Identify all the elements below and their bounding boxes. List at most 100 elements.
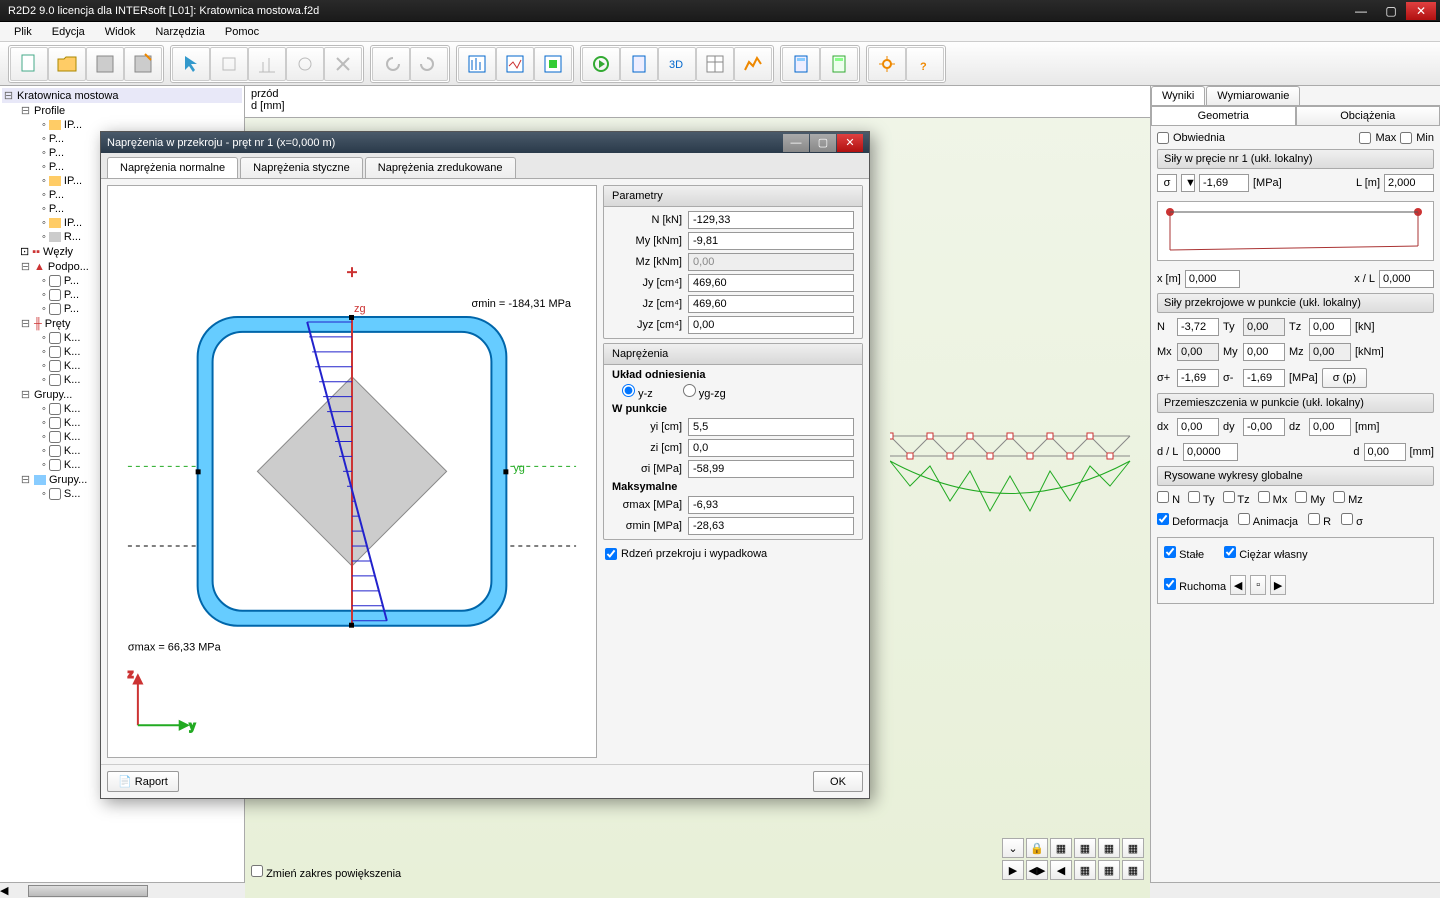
cb-stale[interactable] [1164, 546, 1176, 558]
cb-anim[interactable] [1238, 513, 1250, 525]
nav-right-icon[interactable]: ▶ [1002, 860, 1024, 880]
cb-Mx[interactable] [1258, 491, 1270, 503]
cb-N[interactable] [1157, 491, 1169, 503]
radio-ygzg[interactable] [683, 384, 696, 397]
minimize-button[interactable]: — [1346, 2, 1376, 20]
tree-scrollbar[interactable]: ◀ [0, 882, 245, 898]
cb-ruchoma[interactable] [1164, 578, 1176, 590]
help-icon[interactable]: ? [906, 47, 944, 81]
results-icon[interactable] [734, 47, 772, 81]
cb-R[interactable] [1308, 513, 1320, 525]
dx-input[interactable] [1177, 418, 1219, 436]
cb-Ty[interactable] [1188, 491, 1200, 503]
obwiednia-checkbox[interactable] [1157, 132, 1169, 144]
ok-button[interactable]: OK [813, 771, 863, 792]
chart1-icon[interactable] [458, 47, 496, 81]
rdzen-checkbox[interactable] [605, 548, 617, 560]
calculator-icon[interactable] [620, 47, 658, 81]
cb-My[interactable] [1295, 491, 1307, 503]
save-icon[interactable] [86, 47, 124, 81]
grid3-icon[interactable]: ▦ [1098, 838, 1120, 858]
3d-icon[interactable]: 3D [658, 47, 696, 81]
sigma-p-button[interactable]: σ (p) [1322, 368, 1367, 388]
dy-input[interactable] [1243, 418, 1285, 436]
tool2-icon[interactable] [248, 47, 286, 81]
view3-icon[interactable]: ▦ [1122, 860, 1144, 880]
xL-input[interactable] [1379, 270, 1434, 288]
sigma-minus-input[interactable] [1243, 369, 1285, 387]
param-zi[interactable] [688, 439, 854, 457]
subtab-obciazenia[interactable]: Obciążenia [1296, 106, 1440, 126]
ruchoma-stop-icon[interactable]: ▫ [1250, 575, 1266, 595]
param-yi[interactable] [688, 418, 854, 436]
save-as-icon[interactable] [124, 47, 162, 81]
sigma-select[interactable]: σ [1157, 174, 1177, 192]
x-input[interactable] [1185, 270, 1240, 288]
nav-left-icon[interactable]: ◀ [1050, 860, 1072, 880]
subtab-geometria[interactable]: Geometria [1151, 106, 1296, 126]
dialog-tab-normalne[interactable]: Naprężenia normalne [107, 157, 238, 178]
tool3-icon[interactable] [286, 47, 324, 81]
ruchoma-next-icon[interactable]: ▶ [1270, 575, 1286, 595]
param-Jyz[interactable] [688, 316, 854, 334]
close-button[interactable]: ✕ [1406, 2, 1436, 20]
new-file-icon[interactable] [10, 47, 48, 81]
max-checkbox[interactable] [1359, 132, 1371, 144]
run-icon[interactable] [582, 47, 620, 81]
sigma-input[interactable] [1199, 174, 1249, 192]
min-checkbox[interactable] [1400, 132, 1412, 144]
redo-icon[interactable] [410, 47, 448, 81]
open-file-icon[interactable] [48, 47, 86, 81]
calc2-icon[interactable] [820, 47, 858, 81]
grid4-icon[interactable]: ▦ [1122, 838, 1144, 858]
cb-sigma[interactable] [1341, 513, 1353, 525]
L-input[interactable] [1384, 174, 1434, 192]
param-sigma-min[interactable] [688, 517, 854, 535]
maximize-button[interactable]: ▢ [1376, 2, 1406, 20]
settings-icon[interactable] [868, 47, 906, 81]
cb-ciezar[interactable] [1224, 546, 1236, 558]
cb-Mz[interactable] [1333, 491, 1345, 503]
param-My[interactable] [688, 232, 854, 250]
param-sigma-max[interactable] [688, 496, 854, 514]
menu-narzedzia[interactable]: Narzędzia [147, 24, 213, 40]
lock-icon[interactable]: 🔒 [1026, 838, 1048, 858]
param-sigma-i[interactable] [688, 460, 854, 478]
My-input[interactable] [1243, 343, 1285, 361]
menu-widok[interactable]: Widok [97, 24, 144, 40]
delete-icon[interactable] [324, 47, 362, 81]
param-Jz[interactable] [688, 295, 854, 313]
dL-input[interactable] [1183, 443, 1238, 461]
dialog-maximize-icon[interactable]: ▢ [810, 134, 836, 152]
tab-wyniki[interactable]: Wyniki [1151, 86, 1205, 105]
dialog-close-icon[interactable]: ✕ [837, 134, 863, 152]
cb-def[interactable] [1157, 513, 1169, 525]
tab-wymiarowanie[interactable]: Wymiarowanie [1206, 86, 1300, 105]
N-input[interactable] [1177, 318, 1219, 336]
grid2-icon[interactable]: ▦ [1074, 838, 1096, 858]
undo-icon[interactable] [372, 47, 410, 81]
chart3-icon[interactable] [534, 47, 572, 81]
nav-both-icon[interactable]: ◀▶ [1026, 860, 1048, 880]
sigma-plus-input[interactable] [1177, 369, 1219, 387]
cb-Tz[interactable] [1223, 491, 1235, 503]
dialog-tab-styczne[interactable]: Naprężenia styczne [240, 157, 363, 178]
calc1-icon[interactable] [782, 47, 820, 81]
menu-pomoc[interactable]: Pomoc [217, 24, 267, 40]
grid1-icon[interactable]: ▦ [1050, 838, 1072, 858]
sigma-dropdown-icon[interactable]: ▼ [1181, 174, 1195, 192]
chart2-icon[interactable] [496, 47, 534, 81]
d-input[interactable] [1364, 443, 1406, 461]
param-Jy[interactable] [688, 274, 854, 292]
menu-edycja[interactable]: Edycja [44, 24, 93, 40]
raport-button[interactable]: 📄 Raport [107, 771, 179, 792]
table-icon[interactable] [696, 47, 734, 81]
view2-icon[interactable]: ▦ [1098, 860, 1120, 880]
radio-yz[interactable] [622, 384, 635, 397]
menu-plik[interactable]: Plik [6, 24, 40, 40]
tool-icon[interactable] [210, 47, 248, 81]
pointer-icon[interactable] [172, 47, 210, 81]
dialog-tab-zredukowane[interactable]: Naprężenia zredukowane [365, 157, 516, 178]
dz-input[interactable] [1309, 418, 1351, 436]
param-N[interactable] [688, 211, 854, 229]
